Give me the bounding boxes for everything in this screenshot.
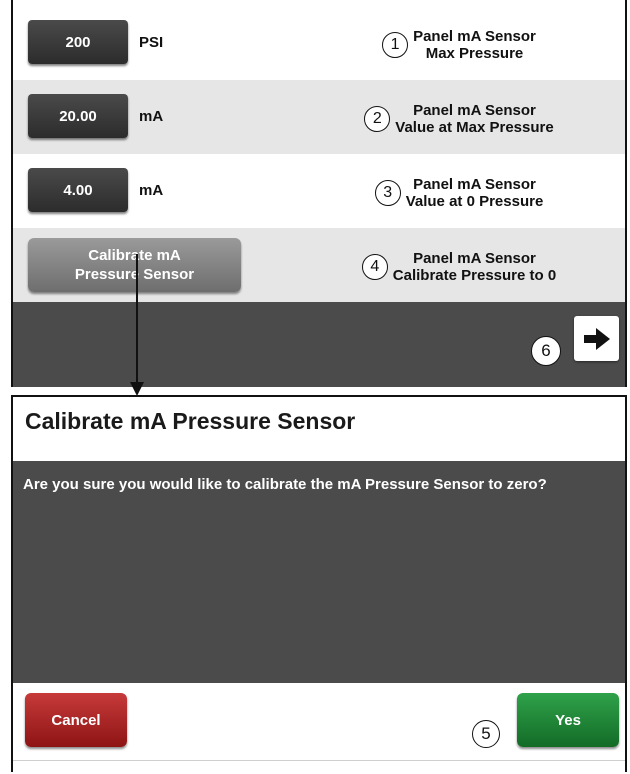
button-label-line: Pressure Sensor — [74, 266, 195, 283]
arrow-right-icon — [583, 327, 610, 350]
callout-marker: 4 — [361, 254, 388, 280]
description-line: Value at Max Pressure — [395, 119, 554, 136]
description-line: Max Pressure — [425, 45, 524, 62]
setting-description: 4 Panel mA Sensor Calibrate Pressure to … — [309, 242, 609, 292]
button-label-line: Calibrate mA — [88, 247, 181, 264]
setting-row-calibrate: Calibrate mA Pressure Sensor 4 Panel mA … — [13, 228, 625, 302]
description-line: Panel mA Sensor — [413, 176, 536, 193]
setting-row-value-at-max: 20.00 mA 2 Panel mA Sensor Value at Max … — [13, 80, 625, 154]
calibrate-pressure-sensor-button[interactable]: Calibrate mA Pressure Sensor — [28, 238, 241, 292]
dialog-body: Are you sure you would like to calibrate… — [13, 461, 625, 683]
unit-label: mA — [139, 107, 164, 125]
cancel-button[interactable]: Cancel — [25, 693, 127, 747]
description-line: Panel mA Sensor — [413, 102, 536, 119]
description-line: Value at 0 Pressure — [405, 193, 544, 210]
description-line: Calibrate Pressure to 0 — [392, 267, 557, 284]
yes-button[interactable]: Yes — [517, 693, 619, 747]
divider — [13, 760, 625, 761]
description-line: Panel mA Sensor — [413, 28, 536, 45]
description-line: Panel mA Sensor — [413, 250, 536, 267]
value-at-max-pressure-field[interactable]: 20.00 — [28, 94, 128, 138]
dialog-footer: Cancel 5 Yes — [13, 683, 625, 774]
callout-marker: 3 — [374, 180, 401, 206]
confirm-dialog: Calibrate mA Pressure Sensor Are you sur… — [11, 395, 627, 774]
callout-marker: 5 — [472, 720, 500, 748]
unit-label: mA — [139, 181, 164, 199]
value-at-zero-pressure-field[interactable]: 4.00 — [28, 168, 128, 212]
setting-description: 2 Panel mA Sensor Value at Max Pressure — [309, 94, 609, 144]
next-button[interactable] — [574, 316, 619, 361]
setting-description: 3 Panel mA Sensor Value at 0 Pressure — [309, 168, 609, 218]
callout-marker: 6 — [531, 336, 561, 366]
settings-panel: 200 PSI 1 Panel mA Sensor Max Pressure 2… — [11, 0, 627, 387]
max-pressure-value-field[interactable]: 200 — [28, 20, 128, 64]
callout-marker: 1 — [382, 32, 409, 58]
setting-row-max-pressure: 200 PSI 1 Panel mA Sensor Max Pressure — [13, 6, 625, 80]
setting-row-value-at-zero: 4.00 mA 3 Panel mA Sensor Value at 0 Pre… — [13, 154, 625, 228]
navigation-bar: 6 — [13, 302, 625, 387]
unit-label: PSI — [139, 33, 164, 51]
callout-marker: 2 — [364, 106, 391, 132]
connector-line — [136, 254, 138, 384]
dialog-message: Are you sure you would like to calibrate… — [23, 476, 547, 493]
connector-arrowhead — [130, 382, 144, 396]
dialog-title: Calibrate mA Pressure Sensor — [25, 408, 356, 434]
setting-description: 1 Panel mA Sensor Max Pressure — [309, 20, 609, 70]
